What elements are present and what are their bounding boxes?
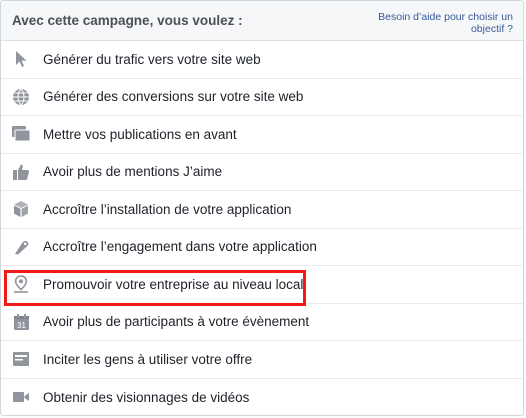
- objective-event-responses[interactable]: 31 Avoir plus de participants à votre év…: [1, 304, 523, 341]
- post-boost-icon: [12, 125, 30, 143]
- objective-local-awareness[interactable]: Promouvoir votre entreprise au niveau lo…: [1, 266, 523, 304]
- objective-label: Obtenir des visionnages de vidéos: [43, 389, 250, 405]
- objective-boost-posts[interactable]: Mettre vos publications en avant: [1, 116, 523, 154]
- objective-label: Promouvoir votre entreprise au niveau lo…: [43, 276, 304, 292]
- objective-label: Accroître l’engagement dans votre applic…: [43, 239, 317, 255]
- objective-label: Inciter les gens à utiliser votre offre: [43, 351, 253, 367]
- app-box-icon: [12, 200, 30, 218]
- objective-label: Mettre vos publications en avant: [43, 126, 237, 142]
- globe-icon: [12, 88, 30, 106]
- objective-app-installs[interactable]: Accroître l’installation de votre applic…: [1, 191, 523, 229]
- objective-label: Générer des conversions sur votre site w…: [43, 89, 304, 105]
- panel-header: Avec cette campagne, vous voulez : Besoi…: [1, 1, 523, 41]
- svg-text:31: 31: [17, 321, 26, 330]
- objective-page-likes[interactable]: Avoir plus de mentions J’aime: [1, 154, 523, 191]
- objective-offer-claims[interactable]: Inciter les gens à utiliser votre offre: [1, 341, 523, 379]
- controller-icon: [12, 238, 30, 256]
- objective-label: Générer du trafic vers votre site web: [43, 51, 261, 67]
- help-link[interactable]: Besoin d’aide pour choisir un objectif ?: [363, 11, 513, 35]
- objective-label: Avoir plus de mentions J’aime: [43, 164, 223, 180]
- thumbs-up-icon: [12, 163, 30, 181]
- offer-tag-icon: [12, 350, 30, 368]
- objective-label: Accroître l’installation de votre applic…: [43, 201, 292, 217]
- calendar-icon: 31: [12, 313, 30, 331]
- objective-list: Générer du trafic vers votre site web Gé…: [1, 41, 523, 416]
- panel-title: Avec cette campagne, vous voulez :: [12, 13, 243, 28]
- cursor-icon: [12, 50, 30, 68]
- objective-video-views[interactable]: Obtenir des visionnages de vidéos: [1, 379, 523, 416]
- objective-label: Avoir plus de participants à votre évène…: [43, 314, 310, 330]
- objective-traffic[interactable]: Générer du trafic vers votre site web: [1, 41, 523, 79]
- objective-panel: Avec cette campagne, vous voulez : Besoi…: [0, 0, 524, 416]
- objective-conversions[interactable]: Générer des conversions sur votre site w…: [1, 79, 523, 116]
- video-camera-icon: [12, 388, 30, 406]
- map-pin-icon: [12, 275, 30, 294]
- objective-app-engagement[interactable]: Accroître l’engagement dans votre applic…: [1, 229, 523, 266]
